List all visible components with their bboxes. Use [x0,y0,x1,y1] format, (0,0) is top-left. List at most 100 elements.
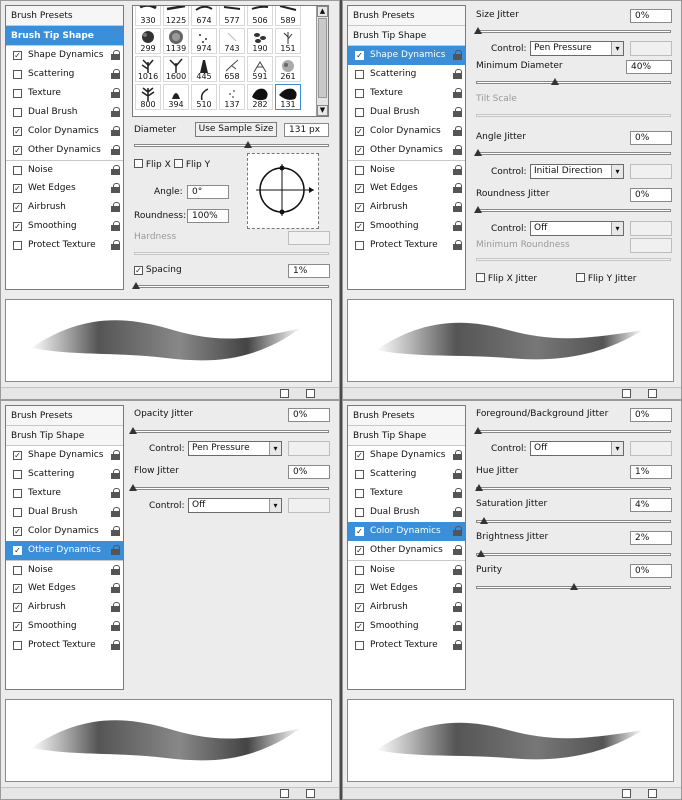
checkbox[interactable] [13,489,22,498]
slider-thumb[interactable] [480,517,488,524]
lock-icon[interactable] [453,583,462,594]
checkbox[interactable] [355,241,364,250]
menu-item-scattering[interactable]: Scattering [6,65,123,84]
lock-icon[interactable] [111,145,120,156]
hue-jitter-slider[interactable] [475,484,671,491]
menu-item-wet-edges[interactable]: ✓ Wet Edges [6,579,123,598]
lock-icon[interactable] [453,507,462,518]
opacity-control-dropdown[interactable]: Pen Pressure [188,441,282,456]
lock-icon[interactable] [453,107,462,118]
checkbox[interactable] [13,508,22,517]
checkbox[interactable] [13,470,22,479]
brush-tip-thumb[interactable]: 589 [275,6,301,26]
lock-icon[interactable] [111,488,120,499]
brush-tip-thumb[interactable]: 1016 [135,56,161,82]
menu-item-smoothing[interactable]: ✓ Smoothing [348,617,465,636]
menu-item-other-dynamics[interactable]: ✓ Other Dynamics [6,541,123,560]
menu-item-protect-texture[interactable]: Protect Texture [348,636,465,655]
brush-tip-thumb[interactable]: 506 [247,6,273,26]
trash-icon[interactable] [306,789,315,798]
slider-thumb[interactable] [129,427,137,434]
brush-tip-thumb[interactable]: 151 [275,28,301,54]
menu-item-protect-texture[interactable]: Protect Texture [6,636,123,655]
brush-tip-thumb[interactable]: 282 [247,84,273,110]
brush-tip-thumb[interactable]: 800 [135,84,161,110]
lock-icon[interactable] [111,450,120,461]
brush-tip-thumb[interactable]: 743 [219,28,245,54]
spacing-checkbox[interactable]: ✓ [134,266,143,275]
menu-item-protect-texture[interactable]: Protect Texture [6,236,123,255]
opacity-jitter-field[interactable]: 0% [288,408,330,422]
diameter-slider[interactable] [134,141,329,148]
fg-bg-control-dropdown[interactable]: Off [530,441,624,456]
menu-item-texture[interactable]: Texture [6,84,123,103]
lock-icon[interactable] [453,526,462,537]
menu-item-color-dynamics[interactable]: ✓ Color Dynamics [6,522,123,541]
brush-presets-item[interactable]: Brush Presets [348,406,465,426]
menu-item-airbrush[interactable]: ✓ Airbrush [348,198,465,217]
saturation-jitter-field[interactable]: 4% [630,498,672,512]
purity-field[interactable]: 0% [630,564,672,578]
lock-icon[interactable] [453,165,462,176]
lock-icon[interactable] [453,88,462,99]
slider-thumb[interactable] [477,550,485,557]
brush-tip-shape-item[interactable]: Brush Tip Shape [348,26,465,46]
angle-jitter-field[interactable]: 0% [630,131,672,145]
menu-item-protect-texture[interactable]: Protect Texture [348,236,465,255]
slider-thumb[interactable] [474,206,482,213]
menu-item-shape-dynamics[interactable]: ✓ Shape Dynamics [348,446,465,465]
menu-item-scattering[interactable]: Scattering [348,65,465,84]
checkbox[interactable]: ✓ [13,546,22,555]
purity-slider[interactable] [476,583,671,590]
flow-control-dropdown[interactable]: Off [188,498,282,513]
checkbox[interactable] [13,241,22,250]
checkbox[interactable] [355,166,364,175]
menu-item-shape-dynamics[interactable]: ✓ Shape Dynamics [348,46,465,65]
slider-thumb[interactable] [244,141,252,148]
checkbox[interactable]: ✓ [13,51,22,60]
checkbox[interactable]: ✓ [13,222,22,231]
brush-tip-thumb[interactable]: 1225 [163,6,189,26]
lock-icon[interactable] [111,202,120,213]
menu-item-color-dynamics[interactable]: ✓ Color Dynamics [6,122,123,141]
angle-jitter-slider[interactable] [474,149,671,156]
checkbox[interactable] [355,489,364,498]
brush-tip-thumb[interactable]: 577 [219,6,245,26]
checkbox[interactable] [13,641,22,650]
roundness-control-dropdown[interactable]: Off [530,221,624,236]
slider-thumb[interactable] [474,27,482,34]
lock-icon[interactable] [111,583,120,594]
trash-icon[interactable] [306,389,315,398]
brightness-jitter-field[interactable]: 2% [630,531,672,545]
brush-tip-thumb[interactable]: 261 [275,56,301,82]
use-sample-size-button[interactable]: Use Sample Size [195,122,277,137]
menu-item-other-dynamics[interactable]: ✓ Other Dynamics [348,541,465,560]
menu-item-airbrush[interactable]: ✓ Airbrush [6,198,123,217]
brush-tip-shape-item[interactable]: Brush Tip Shape [6,26,123,46]
menu-item-smoothing[interactable]: ✓ Smoothing [348,217,465,236]
lock-icon[interactable] [111,107,120,118]
lock-icon[interactable] [453,183,462,194]
lock-icon[interactable] [453,69,462,80]
saturation-jitter-slider[interactable] [476,517,671,524]
lock-icon[interactable] [453,450,462,461]
checkbox[interactable] [13,89,22,98]
menu-item-texture[interactable]: Texture [348,84,465,103]
menu-item-smoothing[interactable]: ✓ Smoothing [6,617,123,636]
new-brush-icon[interactable] [622,789,631,798]
brush-tip-thumb[interactable]: 591 [247,56,273,82]
slider-thumb[interactable] [474,149,482,156]
flip-y-option[interactable]: Flip Y [174,158,210,170]
brush-tip-thumb[interactable]: 510 [191,84,217,110]
diameter-field[interactable]: 131 px [284,123,329,137]
trash-icon[interactable] [648,789,657,798]
new-brush-icon[interactable] [280,389,289,398]
brush-presets-item[interactable]: Brush Presets [348,6,465,26]
menu-item-wet-edges[interactable]: ✓ Wet Edges [348,179,465,198]
menu-item-other-dynamics[interactable]: ✓ Other Dynamics [348,141,465,160]
trash-icon[interactable] [648,389,657,398]
checkbox[interactable]: ✓ [13,146,22,155]
checkbox[interactable] [355,89,364,98]
menu-item-wet-edges[interactable]: ✓ Wet Edges [6,179,123,198]
slider-thumb[interactable] [570,583,578,590]
